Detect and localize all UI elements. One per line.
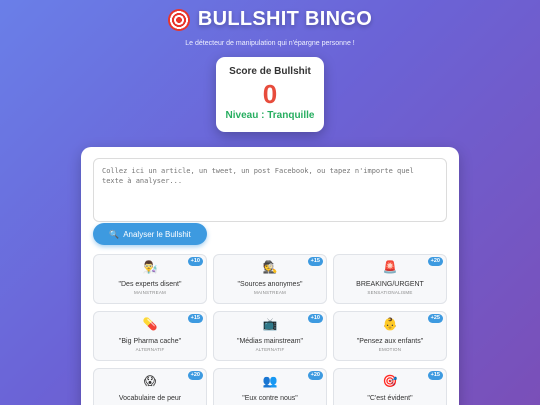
search-icon: 🔍 bbox=[109, 229, 120, 239]
card-category: ALTERNATIF bbox=[255, 347, 285, 352]
bingo-card[interactable]: +15 🕵️ "Sources anonymes" MAINSTREAM bbox=[213, 254, 327, 304]
card-label: "C'est évident" bbox=[367, 395, 413, 402]
app-title: BULLSHIT BINGO bbox=[167, 8, 373, 31]
points-badge: +15 bbox=[307, 257, 323, 266]
card-label: "Des experts disent" bbox=[118, 281, 182, 288]
card-category: MAINSTREAM bbox=[133, 290, 166, 295]
points-badge: +10 bbox=[307, 314, 323, 323]
card-category: EMOTION bbox=[378, 347, 402, 352]
bingo-card[interactable]: +15 💊 "Big Pharma cache" ALTERNATIF bbox=[93, 311, 207, 361]
points-badge: +10 bbox=[187, 257, 203, 266]
card-label: "Sources anonymes" bbox=[237, 281, 303, 288]
card-category: MAINSTREAM bbox=[253, 290, 286, 295]
app-subtitle: Le détecteur de manipulation qui n'éparg… bbox=[185, 39, 355, 47]
score-level: Niveau : Tranquille bbox=[225, 110, 315, 121]
card-label: "Médias mainstream" bbox=[236, 338, 304, 345]
bingo-card[interactable]: +15 🎯 "C'est évident" bbox=[333, 368, 447, 405]
card-category: ALTERNATIF bbox=[135, 347, 165, 352]
header: BULLSHIT BINGO Le détecteur de manipulat… bbox=[0, 8, 540, 47]
analyze-button[interactable]: 🔍 Analyser le Bullshit bbox=[93, 223, 207, 245]
points-badge: +20 bbox=[427, 257, 443, 266]
main-panel: 🔍 Analyser le Bullshit +10 👨‍🔬 "Des expe… bbox=[81, 147, 459, 405]
bingo-card[interactable]: +20 😱 Vocabulaire de peur bbox=[93, 368, 207, 405]
points-badge: +15 bbox=[427, 371, 443, 380]
bingo-card[interactable]: +20 👥 "Eux contre nous" bbox=[213, 368, 327, 405]
card-label: "Pensez aux enfants" bbox=[356, 338, 424, 345]
points-badge: +15 bbox=[187, 314, 203, 323]
points-badge: +20 bbox=[187, 371, 203, 380]
card-label: Vocabulaire de peur bbox=[118, 395, 182, 402]
card-label: BREAKING/URGENT bbox=[356, 281, 424, 288]
points-badge: +20 bbox=[307, 371, 323, 380]
score-card: Score de Bullshit 0 Niveau : Tranquille bbox=[216, 57, 324, 132]
points-badge: +25 bbox=[427, 314, 443, 323]
bingo-card[interactable]: +25 👶 "Pensez aux enfants" EMOTION bbox=[333, 311, 447, 361]
bingo-card[interactable]: +10 👨‍🔬 "Des experts disent" MAINSTREAM bbox=[93, 254, 207, 304]
text-input[interactable] bbox=[93, 158, 447, 222]
bingo-card[interactable]: +20 🚨 BREAKING/URGENT SENSATIONALISME bbox=[333, 254, 447, 304]
target-icon bbox=[167, 8, 190, 31]
score-value: 0 bbox=[262, 79, 278, 109]
score-title: Score de Bullshit bbox=[229, 66, 311, 77]
app-title-text: BULLSHIT BINGO bbox=[197, 8, 373, 30]
card-label: "Eux contre nous" bbox=[242, 395, 298, 402]
card-category: SENSATIONALISME bbox=[367, 290, 413, 295]
bingo-card[interactable]: +10 📺 "Médias mainstream" ALTERNATIF bbox=[213, 311, 327, 361]
analyze-button-label: Analyser le Bullshit bbox=[123, 229, 191, 239]
card-label: "Big Pharma cache" bbox=[118, 338, 182, 345]
